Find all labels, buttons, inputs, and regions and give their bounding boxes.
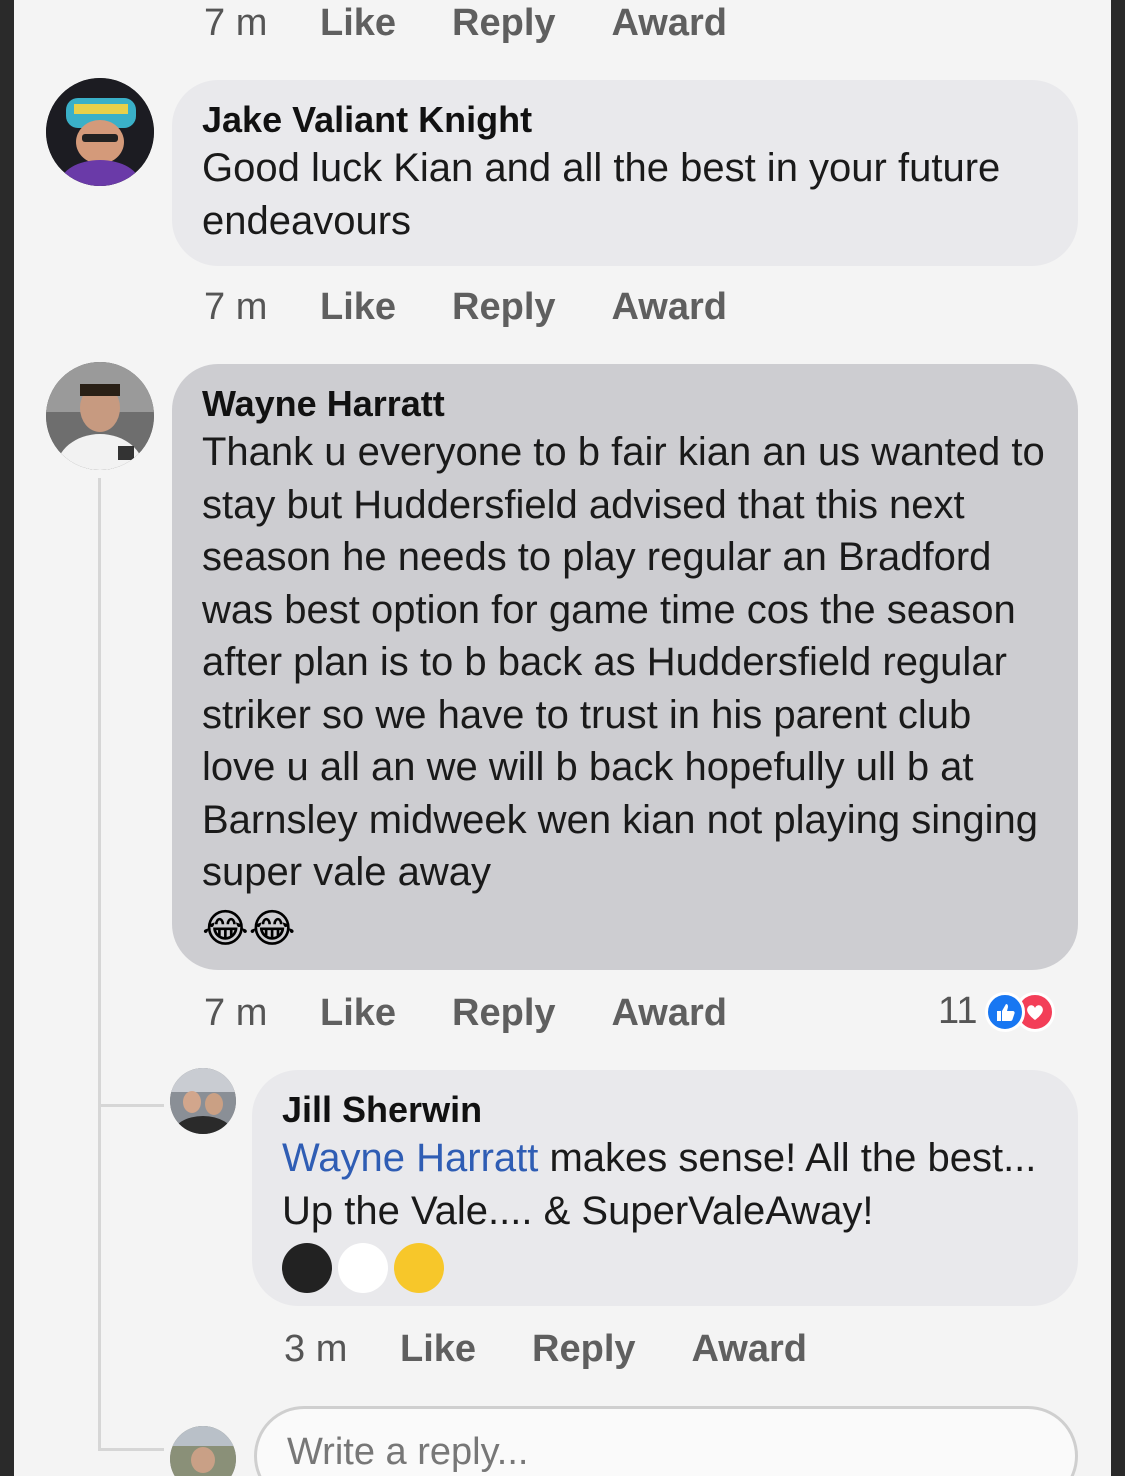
- yellow-circle-emoji: [394, 1243, 444, 1293]
- emoji-row: [282, 1243, 1048, 1293]
- comment-time: 3 m: [284, 1328, 348, 1370]
- like-button[interactable]: Like: [320, 286, 396, 329]
- comment-author[interactable]: Jake Valiant Knight: [202, 98, 1048, 142]
- reaction-count: 11: [938, 990, 978, 1032]
- comment-time: 7 m: [204, 992, 268, 1034]
- mention-link[interactable]: Wayne Harratt: [282, 1136, 538, 1180]
- thread-connector: [98, 1104, 164, 1107]
- comment-bubble-highlighted: Wayne Harratt Thank u everyone to b fair…: [172, 364, 1078, 970]
- avatar-image: [170, 1068, 236, 1134]
- reply-button[interactable]: Reply: [452, 2, 555, 45]
- reply-button[interactable]: Reply: [452, 286, 555, 329]
- reply-button[interactable]: Reply: [452, 992, 555, 1035]
- comment-actions: 7 m Like Reply Award: [204, 286, 783, 329]
- avatar: [170, 1426, 236, 1476]
- thread-line: [98, 478, 101, 1450]
- comment-time: 7 m: [204, 286, 268, 328]
- black-circle-emoji: [282, 1243, 332, 1293]
- laughing-emoji: 😂😂: [202, 906, 296, 951]
- comment-text: Good luck Kian and all the best in your …: [202, 146, 1001, 243]
- comment-bubble: Jake Valiant Knight Good luck Kian and a…: [172, 80, 1078, 266]
- reaction-summary[interactable]: 11: [938, 990, 1056, 1033]
- like-button[interactable]: Like: [320, 2, 396, 45]
- award-button[interactable]: Award: [612, 286, 727, 329]
- comment-bubble: Jill Sherwin Wayne Harratt makes sense! …: [252, 1070, 1078, 1306]
- avatar-image: [46, 362, 154, 470]
- award-button[interactable]: Award: [692, 1328, 807, 1371]
- award-button[interactable]: Award: [612, 992, 727, 1035]
- comment-actions: 3 m Like Reply Award: [284, 1328, 863, 1371]
- award-button[interactable]: Award: [612, 2, 727, 45]
- comment-text: Thank u everyone to b fair kian an us wa…: [202, 430, 1045, 894]
- reply-input[interactable]: Write a reply...: [254, 1406, 1078, 1476]
- avatar-image: [170, 1426, 236, 1476]
- comment-text: Wayne Harratt makes sense! All the best.…: [282, 1132, 1048, 1237]
- avatar[interactable]: [170, 1068, 236, 1134]
- comment-thread: 7 m Like Reply Award Jake Valiant Knight…: [14, 0, 1111, 1476]
- comment-author[interactable]: Wayne Harratt: [202, 382, 1048, 426]
- comment-time: 7 m: [204, 2, 268, 44]
- thread-connector: [98, 1448, 164, 1451]
- avatar-image: [46, 78, 154, 186]
- white-circle-emoji: [338, 1243, 388, 1293]
- like-button[interactable]: Like: [400, 1328, 476, 1371]
- avatar[interactable]: [46, 362, 154, 470]
- comment-author[interactable]: Jill Sherwin: [282, 1088, 1048, 1132]
- like-button[interactable]: Like: [320, 992, 396, 1035]
- comment-actions-top: 7 m Like Reply Award: [204, 2, 783, 45]
- reply-button[interactable]: Reply: [532, 1328, 635, 1371]
- comment-actions: 7 m Like Reply Award: [204, 992, 783, 1035]
- like-icon: [985, 991, 1026, 1032]
- avatar[interactable]: [46, 78, 154, 186]
